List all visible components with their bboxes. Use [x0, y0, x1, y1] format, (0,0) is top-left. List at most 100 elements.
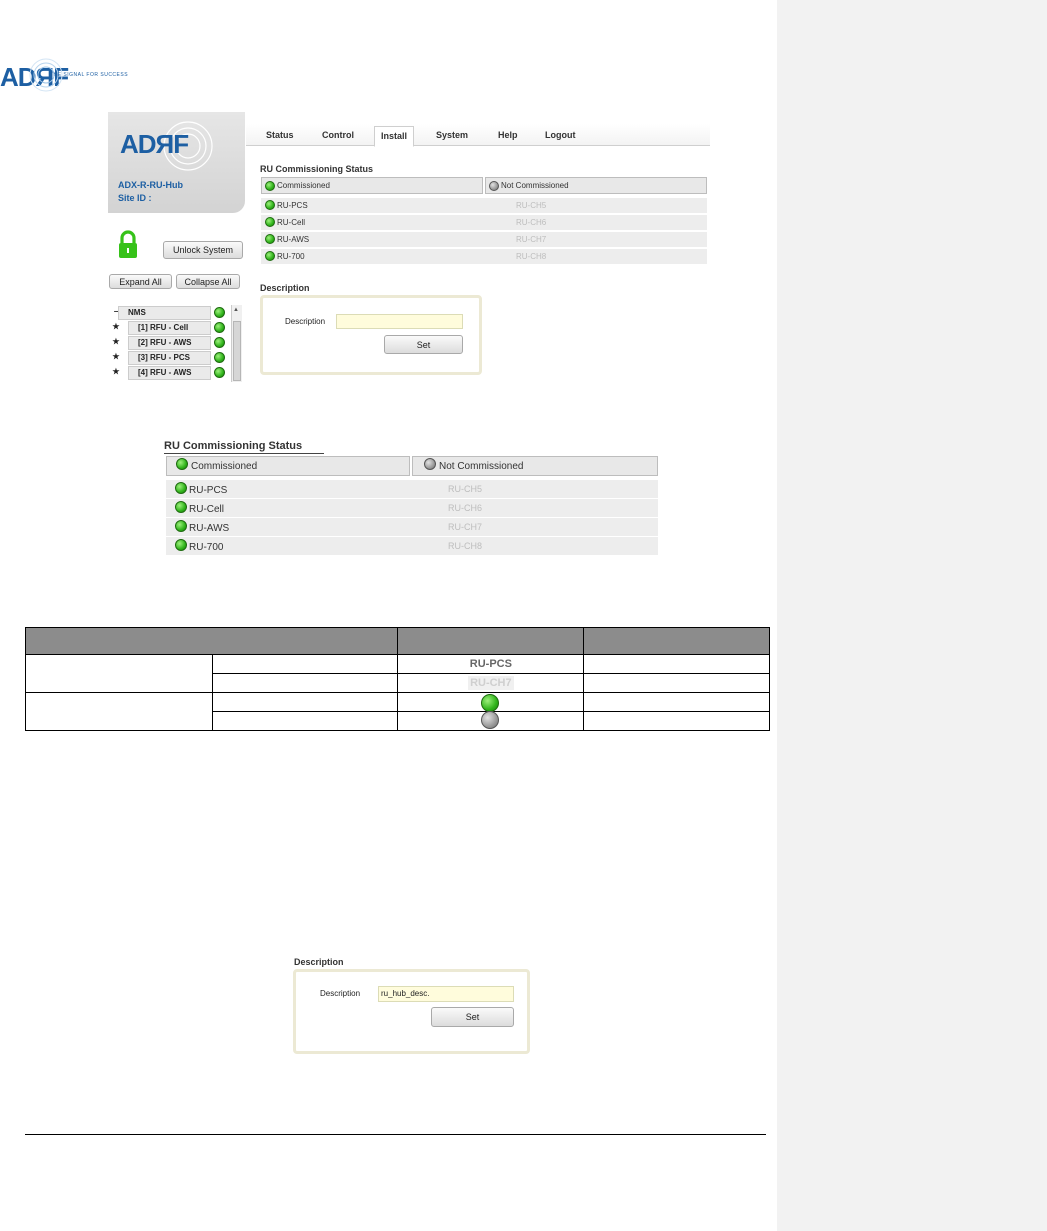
table-row: RU-PCS RU-CH5: [166, 480, 658, 498]
status-green-icon: [265, 234, 275, 244]
table-cell: [583, 692, 770, 712]
tab-help[interactable]: Help: [498, 130, 518, 140]
expand-all-button[interactable]: Expand All: [109, 274, 172, 289]
ru-channel: RU-CH6: [448, 503, 483, 513]
doc-logo: ADЯF THE SIGNAL FOR SUCCESS: [0, 55, 200, 95]
status-green-icon: [175, 539, 187, 551]
ru-name: RU-PCS: [189, 484, 228, 496]
table-cell: [583, 654, 770, 674]
table-header-cell: [24, 627, 399, 655]
table-header-row: [24, 627, 770, 655]
set-button[interactable]: Set: [431, 1007, 514, 1027]
status-gray-icon: [424, 458, 436, 470]
tree-item[interactable]: ★ [2] RFU - AWS: [108, 336, 236, 350]
table-row: RU-700 RU-CH8: [261, 249, 707, 264]
status-green-icon: [176, 458, 188, 470]
table-row: RU-Cell RU-CH6: [261, 215, 707, 230]
description-input[interactable]: [336, 314, 463, 329]
doc-logo-tagline: THE SIGNAL FOR SUCCESS: [50, 72, 129, 78]
set-button[interactable]: Set: [384, 335, 463, 354]
app-screenshot: ADЯF ADX-R-RU-Hub Site ID : Unlock Syste…: [108, 112, 710, 382]
table-cell: [25, 654, 213, 693]
tree-item[interactable]: ★ [4] RFU - AWS: [108, 366, 236, 380]
ru-name: RU-700: [277, 251, 305, 261]
brand-logo: ADЯF: [120, 129, 189, 159]
table-row: RU-AWS RU-CH7: [261, 232, 707, 247]
scroll-thumb[interactable]: [233, 321, 241, 381]
tree-item-label: [1] RFU - Cell: [128, 321, 211, 335]
table-cell: [25, 692, 213, 731]
tab-logout[interactable]: Logout: [545, 130, 576, 140]
status-green-icon: [175, 520, 187, 532]
tree-item-label: [3] RFU - PCS: [128, 351, 211, 365]
status-green-icon: [175, 501, 187, 513]
status-green-icon: [175, 482, 187, 494]
status-green-icon: [214, 337, 225, 348]
table-cell: [211, 692, 399, 712]
tree-item-label: [4] RFU - AWS: [128, 366, 211, 380]
table-cell: [583, 711, 770, 731]
star-icon: ★: [112, 352, 120, 361]
commissioned-header: Commissioned: [261, 177, 483, 194]
unlock-system-button[interactable]: Unlock System: [163, 241, 243, 259]
ru-name: RU-PCS: [277, 200, 308, 210]
status-green-icon: [265, 251, 275, 261]
legend-table: RU-PCS RU-CH7: [24, 627, 770, 731]
sample-active-label: RU-PCS: [469, 658, 512, 670]
tab-install[interactable]: Install: [374, 126, 415, 147]
site-id-label: Site ID :: [118, 193, 152, 203]
table-cell: [211, 654, 399, 674]
title-underline: [164, 453, 324, 454]
tree-item[interactable]: ★ [1] RFU - Cell: [108, 321, 236, 335]
tree-item[interactable]: ★ [3] RFU - PCS: [108, 351, 236, 365]
commissioned-header: Commissioned: [166, 456, 410, 476]
device-tree: − NMS ★ [1] RFU - Cell ★ [2] RFU - AWS ★…: [108, 305, 245, 382]
table-cell: RU-CH7: [397, 673, 585, 693]
description-input[interactable]: ru_hub_desc.: [378, 986, 514, 1002]
tree-item[interactable]: − NMS: [108, 306, 236, 320]
side-header: ADЯF ADX-R-RU-Hub Site ID :: [108, 112, 245, 213]
table-header-cell: [397, 627, 585, 655]
status-green-icon: [265, 200, 275, 210]
collapse-all-button[interactable]: Collapse All: [176, 274, 240, 289]
status-green-icon: [265, 217, 275, 227]
table-row: [25, 692, 770, 731]
star-icon: ★: [112, 337, 120, 346]
description-detail: Description Description ru_hub_desc. Set: [292, 955, 532, 1055]
table-row: RU-Cell RU-CH6: [166, 499, 658, 517]
description-panel: Description ru_hub_desc. Set: [293, 969, 530, 1054]
commissioned-label: Commissioned: [191, 460, 258, 472]
status-detail-title: RU Commissioning Status: [164, 440, 303, 452]
ru-channel: RU-CH8: [448, 541, 483, 551]
tree-item-label: [2] RFU - AWS: [128, 336, 211, 350]
table-row: RU-700 RU-CH8: [166, 537, 658, 555]
description-label: Description: [320, 989, 361, 998]
ru-name: RU-Cell: [277, 217, 305, 227]
ru-name: RU-700: [189, 541, 224, 553]
scroll-up-icon[interactable]: ▲: [233, 307, 239, 313]
tab-control[interactable]: Control: [322, 130, 354, 140]
status-section-title: RU Commissioning Status: [260, 164, 374, 174]
not-commissioned-label: Not Commissioned: [439, 460, 524, 472]
table-row: RU-AWS RU-CH7: [166, 518, 658, 536]
table-cell: [211, 711, 399, 731]
status-green-icon: [214, 367, 225, 378]
ru-channel: RU-CH7: [516, 235, 547, 244]
tree-item-label: NMS: [118, 306, 211, 320]
status-gray-icon: [489, 180, 499, 191]
tree-scrollbar[interactable]: ▲: [231, 305, 242, 382]
description-label: Description: [285, 317, 326, 326]
tab-status[interactable]: Status: [266, 130, 294, 140]
not-commissioned-header: Not Commissioned: [412, 456, 658, 476]
description-section-title: Description: [260, 283, 310, 293]
ru-channel: RU-CH5: [516, 201, 547, 210]
star-icon: ★: [112, 367, 120, 376]
main-tabs: Status Control Install System Help Logou…: [246, 124, 710, 147]
status-green-icon: [265, 180, 275, 191]
tab-system[interactable]: System: [436, 130, 468, 140]
ru-channel: RU-CH7: [448, 522, 483, 532]
sample-inactive-label: RU-CH7: [468, 676, 514, 690]
ru-name: RU-Cell: [189, 503, 224, 515]
table-cell: [211, 673, 399, 693]
description-detail-title: Description: [294, 957, 344, 967]
